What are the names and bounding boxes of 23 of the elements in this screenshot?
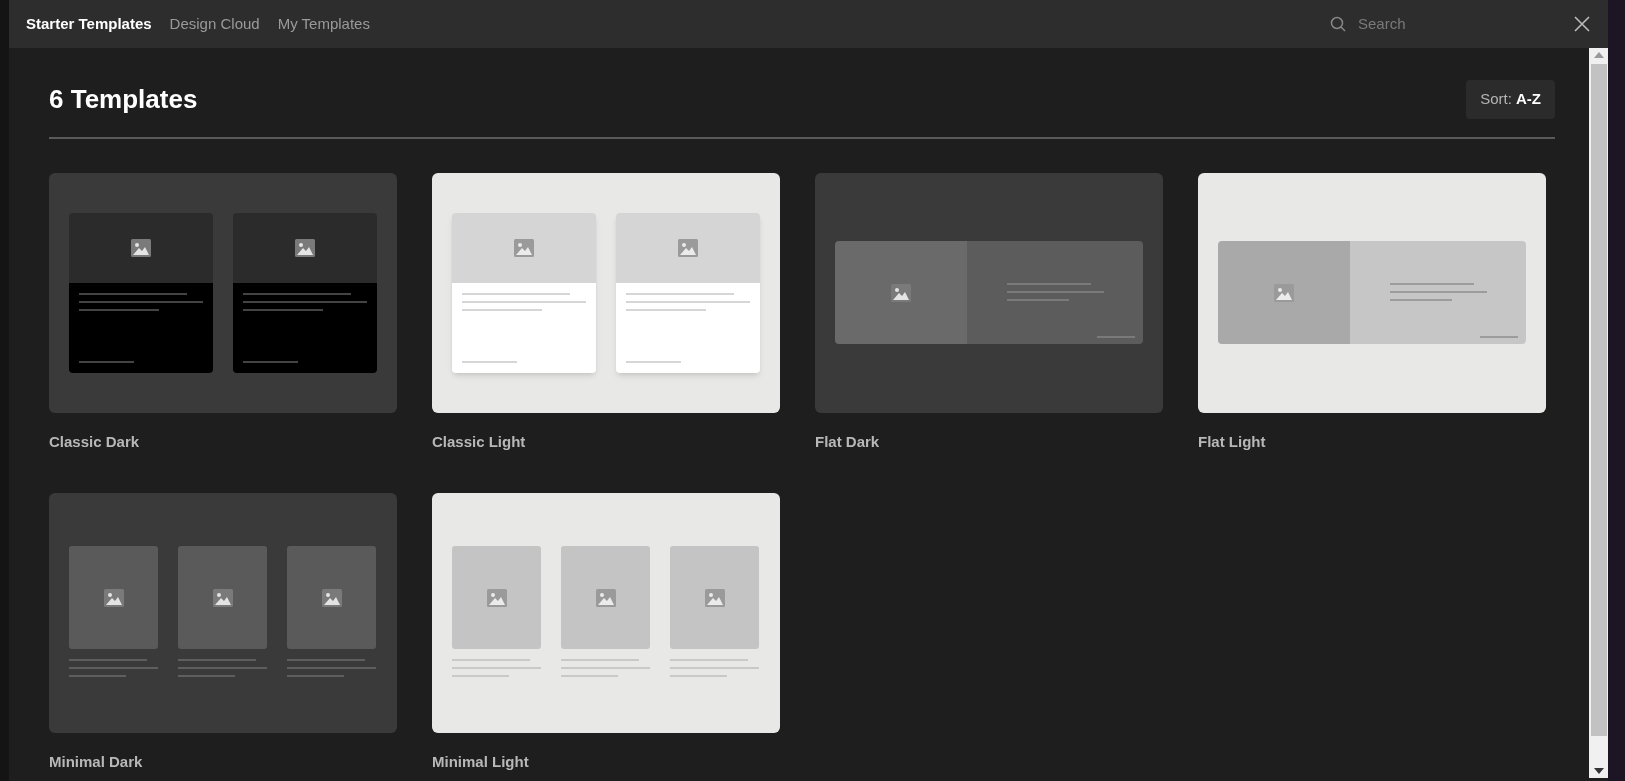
tab[interactable]: Starter Templates [26, 12, 152, 36]
template-name: Flat Light [1198, 432, 1267, 452]
template-name: Minimal Dark [49, 752, 144, 772]
template-name: Flat Dark [815, 432, 881, 452]
scrollbar[interactable] [1589, 48, 1608, 778]
template-preview-drawing[interactable] [815, 173, 1163, 413]
search-icon [1330, 16, 1346, 32]
template-preview-drawing[interactable] [432, 493, 780, 733]
template-preview-drawing[interactable] [432, 173, 780, 413]
template-preview-drawing[interactable] [49, 173, 397, 413]
template-name: Minimal Light [432, 752, 530, 772]
template-name: Classic Dark [49, 432, 141, 452]
template-name: Classic Light [432, 432, 527, 452]
sort-button[interactable]: Sort: A-Z [1466, 80, 1555, 119]
tab[interactable]: My Templates [277, 12, 370, 36]
scroll-up-icon[interactable] [1593, 52, 1604, 58]
page-title: 6 Templates [49, 83, 198, 116]
template-preview-drawing[interactable] [49, 493, 397, 733]
scroll-down-icon[interactable] [1593, 768, 1604, 774]
template-preview-drawing[interactable] [1198, 173, 1546, 413]
search-field[interactable]: Search [1358, 12, 1508, 36]
tab[interactable]: Design Cloud [169, 12, 260, 36]
scrollbar-thumb[interactable] [1590, 64, 1607, 736]
